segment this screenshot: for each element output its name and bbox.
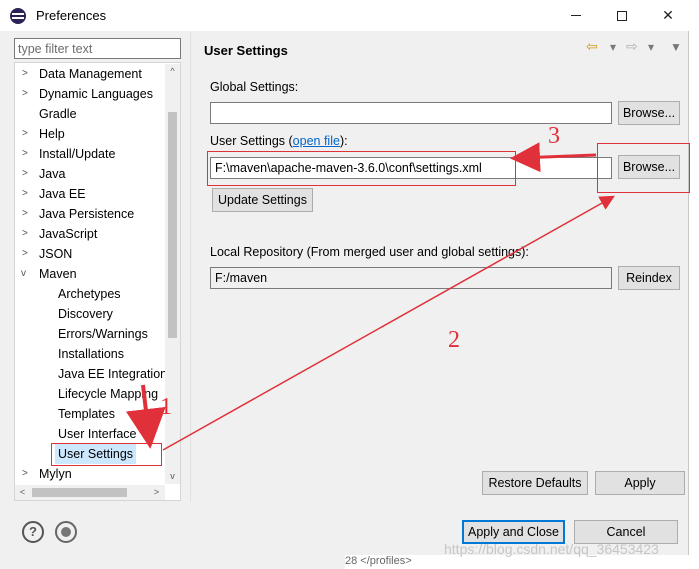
- pane-divider[interactable]: [190, 32, 191, 502]
- minimize-button[interactable]: [553, 0, 599, 31]
- annotation-step-3: 3: [548, 123, 560, 149]
- title-bar: Preferences ✕: [0, 0, 689, 31]
- global-settings-field[interactable]: [210, 102, 612, 124]
- tree-item-label: JSON: [39, 247, 73, 261]
- forward-menu-icon[interactable]: ▾: [648, 40, 654, 54]
- preference-tree: > Data Management > Dynamic Languages Grad…: [14, 62, 181, 501]
- restore-defaults-button[interactable]: Restore Defaults: [482, 471, 588, 495]
- tree-item-label: Gradle: [39, 107, 77, 121]
- tree-item-label: Maven: [39, 267, 77, 281]
- annotation-step-2: 2: [448, 327, 460, 353]
- scroll-left-icon[interactable]: <: [15, 485, 30, 500]
- tree-vertical-scrollbar[interactable]: ^ v: [165, 64, 180, 484]
- help-icon[interactable]: ?: [22, 521, 44, 543]
- preferences-dialog: Preferences ✕ > Data Management > Dynamic …: [0, 0, 689, 569]
- tree-item-label: Java EE: [39, 187, 86, 201]
- filter-input[interactable]: [14, 38, 181, 59]
- open-file-link[interactable]: open file: [293, 134, 340, 148]
- annotation-step-1: 1: [160, 394, 172, 420]
- chevron-right-icon[interactable]: >: [22, 144, 32, 164]
- annotation-box-browse: [597, 143, 690, 193]
- tree-item-archetypes[interactable]: Archetypes: [58, 284, 121, 304]
- apply-button[interactable]: Apply: [595, 471, 685, 495]
- user-settings-label-suffix: ):: [339, 134, 348, 148]
- user-settings-label-text: User Settings (: [210, 134, 293, 148]
- forward-arrow-icon[interactable]: ⇨: [626, 38, 638, 55]
- scrollbar-thumb[interactable]: [32, 488, 127, 497]
- tree-item-label: Data Management: [39, 67, 142, 81]
- local-repository-label: Local Repository (From merged user and g…: [210, 245, 529, 259]
- global-settings-label: Global Settings:: [210, 80, 299, 94]
- minimize-icon: [571, 15, 581, 16]
- tree-item-user-interface[interactable]: User Interface: [58, 424, 137, 444]
- background-editor-edge: [690, 0, 699, 569]
- scroll-up-icon[interactable]: ^: [165, 64, 180, 79]
- close-icon: ✕: [662, 7, 674, 23]
- tree-item-discovery[interactable]: Discovery: [58, 304, 113, 324]
- chevron-right-icon[interactable]: >: [22, 124, 32, 144]
- annotation-box-settings-path: [207, 151, 516, 186]
- tree-item-lifecycle-mapping[interactable]: Lifecycle Mapping: [58, 384, 158, 404]
- chevron-right-icon[interactable]: >: [22, 184, 32, 204]
- tree-item-installations[interactable]: Installations: [58, 344, 124, 364]
- global-browse-button[interactable]: Browse...: [618, 101, 680, 125]
- tree-item-label: Dynamic Languages: [39, 87, 153, 101]
- scrollbar-thumb[interactable]: [168, 112, 177, 338]
- chevron-right-icon[interactable]: >: [22, 64, 32, 84]
- tree-item-label: Install/Update: [39, 147, 116, 161]
- scroll-down-icon[interactable]: v: [165, 469, 180, 484]
- local-repository-field: F:/maven: [210, 267, 612, 289]
- eclipse-icon: [10, 8, 26, 24]
- tree-item-label: JavaScript: [39, 227, 98, 241]
- update-settings-button[interactable]: Update Settings: [212, 188, 313, 212]
- scroll-right-icon[interactable]: >: [149, 485, 164, 500]
- reindex-button[interactable]: Reindex: [618, 266, 680, 290]
- tree-item-templates[interactable]: Templates: [58, 404, 115, 424]
- background-editor-line: 28 </profiles>: [345, 555, 699, 569]
- record-macro-icon[interactable]: [55, 521, 77, 543]
- tree-item-errors-warnings[interactable]: Errors/Warnings: [58, 324, 148, 344]
- chevron-right-icon[interactable]: >: [22, 224, 32, 244]
- chevron-right-icon[interactable]: >: [22, 244, 32, 264]
- user-settings-label: User Settings (open file):: [210, 134, 348, 148]
- view-menu-icon[interactable]: ▼: [670, 40, 682, 54]
- tree-item-label: Java: [39, 167, 66, 181]
- window-title: Preferences: [36, 8, 107, 23]
- back-arrow-icon[interactable]: ⇦: [586, 38, 598, 55]
- annotation-box-user-settings: [51, 443, 162, 466]
- maximize-button[interactable]: [599, 0, 645, 31]
- close-button[interactable]: ✕: [645, 0, 691, 31]
- chevron-right-icon[interactable]: >: [22, 204, 32, 224]
- chevron-right-icon[interactable]: >: [22, 464, 32, 484]
- tree-item-label: Mylyn: [39, 467, 72, 481]
- chevron-right-icon[interactable]: >: [22, 84, 32, 104]
- tree-item-label: Help: [39, 127, 65, 141]
- tree-item-label: Java Persistence: [39, 207, 135, 221]
- page-title: User Settings: [204, 43, 288, 58]
- watermark: https://blog.csdn.net/qq_36453423: [444, 541, 659, 557]
- back-menu-icon[interactable]: ▾: [610, 40, 616, 54]
- tree-horizontal-scrollbar[interactable]: < >: [15, 485, 165, 500]
- tree-item-java-ee-integration[interactable]: Java EE Integration: [58, 364, 167, 384]
- maximize-icon: [617, 10, 627, 21]
- chevron-right-icon[interactable]: >: [22, 164, 32, 184]
- chevron-down-icon[interactable]: v: [21, 264, 31, 284]
